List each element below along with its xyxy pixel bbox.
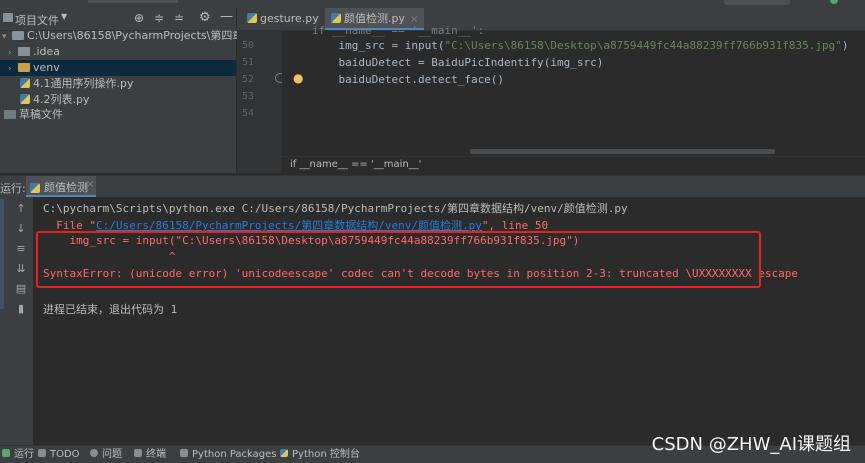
tree-item-file[interactable]: 4.2列表.py bbox=[20, 92, 89, 108]
line-number: 51 bbox=[241, 57, 254, 68]
console-exit-message: 进程已结束，退出代码为 1 bbox=[43, 303, 178, 316]
tool-window-terminal[interactable]: 终端 bbox=[134, 446, 166, 463]
code-line-50: img_src = input("C:\Users\86158\Desktop\… bbox=[312, 39, 849, 52]
chevron-right-icon[interactable]: › bbox=[8, 45, 18, 61]
tree-item-label: 4.1通用序列操作.py bbox=[33, 77, 134, 90]
run-toolbar: ↑ ↓ ≡ ⇊ ▤ ▮ bbox=[0, 197, 33, 445]
arrow-up-icon[interactable]: ↑ bbox=[14, 203, 28, 215]
play-icon bbox=[2, 449, 10, 457]
line-number-gutter: 50 51 52 53 54 bbox=[237, 31, 285, 173]
folder-icon bbox=[18, 62, 30, 72]
chevron-down-icon[interactable]: ▼ bbox=[61, 12, 67, 21]
watermark: CSDN @ZHW_AI课题组 bbox=[651, 434, 851, 455]
python-icon bbox=[280, 449, 288, 457]
tree-item-root[interactable]: ▾ C:\Users\86158\PycharmProjects\第四章数据结构 bbox=[0, 28, 287, 45]
lightbulb-icon[interactable]: ● bbox=[293, 71, 303, 85]
tool-window-todo[interactable]: TODO bbox=[38, 446, 80, 463]
arrow-down-icon[interactable]: ↓ bbox=[14, 223, 28, 235]
tool-window-problems[interactable]: 问题 bbox=[90, 446, 122, 463]
scratches-icon bbox=[4, 109, 16, 119]
trash-icon[interactable]: ▮ bbox=[14, 303, 28, 315]
python-file-icon bbox=[30, 183, 40, 193]
info-icon bbox=[90, 449, 98, 457]
left-tool-strip bbox=[0, 199, 4, 309]
package-icon bbox=[180, 449, 188, 457]
folder-icon bbox=[3, 13, 13, 22]
run-icon[interactable] bbox=[830, 0, 838, 4]
python-file-icon bbox=[247, 13, 257, 23]
chevron-down-icon[interactable]: ▾ bbox=[2, 29, 12, 45]
tree-item-label: 草稿文件 bbox=[19, 108, 63, 121]
tab-run-config[interactable]: 颜值检测 × bbox=[26, 176, 96, 197]
close-icon[interactable]: × bbox=[86, 179, 94, 190]
list-icon bbox=[38, 449, 46, 457]
horizontal-scrollbar[interactable] bbox=[470, 149, 775, 154]
tree-item-file[interactable]: 4.1通用序列操作.py bbox=[20, 76, 133, 92]
soft-wrap-icon[interactable]: ≡ bbox=[14, 243, 28, 255]
tab-label: 颜值检测 bbox=[44, 181, 88, 194]
line-number: 52 bbox=[241, 74, 254, 85]
python-file-icon bbox=[20, 78, 30, 88]
line-number: 50 bbox=[241, 40, 254, 51]
expand-all-icon[interactable]: ≑ bbox=[154, 11, 164, 25]
tab-label: gesture.py bbox=[260, 12, 319, 25]
run-panel-header: 运行: 颜值检测 × bbox=[0, 175, 865, 198]
scroll-to-end-icon[interactable]: ⇊ bbox=[14, 263, 28, 275]
code-line-52: baiduDetect.detect_face() bbox=[312, 73, 505, 86]
line-number: 54 bbox=[241, 108, 254, 119]
minimize-icon[interactable]: — bbox=[220, 9, 233, 24]
project-view-label[interactable]: 项目文件 bbox=[15, 12, 59, 28]
partial-run-config[interactable] bbox=[724, 0, 790, 5]
tree-item-label: venv bbox=[33, 61, 60, 74]
terminal-icon bbox=[134, 449, 142, 457]
tool-window-python-console[interactable]: Python 控制台 bbox=[280, 446, 360, 463]
collapse-all-icon[interactable]: ≐ bbox=[174, 11, 184, 25]
run-label: 运行: bbox=[0, 182, 26, 195]
python-file-icon bbox=[331, 13, 341, 23]
tree-item-scratches[interactable]: 草稿文件 bbox=[4, 107, 63, 123]
folder-icon bbox=[18, 46, 30, 56]
folder-icon bbox=[12, 30, 24, 40]
partial-tab bbox=[88, 0, 178, 3]
console-command-line: C:\pycharm\Scripts\python.exe C:/Users/8… bbox=[43, 202, 628, 215]
tree-item-label: .idea bbox=[33, 45, 61, 58]
gear-icon[interactable]: ⚙ bbox=[199, 10, 211, 25]
code-line-partial: if __name__ == '__main__': bbox=[312, 24, 485, 37]
tree-item-idea[interactable]: › .idea bbox=[0, 44, 236, 60]
tree-item-venv[interactable]: › venv bbox=[0, 60, 236, 76]
python-file-icon bbox=[20, 94, 30, 104]
window-top-strip bbox=[0, 0, 865, 8]
chevron-right-icon[interactable]: › bbox=[8, 61, 18, 77]
crosshair-icon[interactable]: ⊕ bbox=[134, 11, 144, 25]
error-highlight-box bbox=[36, 231, 761, 288]
print-icon[interactable]: ▤ bbox=[14, 283, 28, 295]
tree-item-label: 4.2列表.py bbox=[33, 93, 90, 106]
tool-window-python-packages[interactable]: Python Packages bbox=[180, 446, 277, 463]
breadcrumb: if __name__ == '__main__' bbox=[282, 156, 865, 174]
breadcrumb-item[interactable]: if __name__ == '__main__' bbox=[290, 159, 421, 170]
code-line-51: baiduDetect = BaiduPicIndentify(img_src) bbox=[312, 56, 604, 69]
tool-window-run[interactable]: 运行 bbox=[2, 446, 34, 463]
line-number: 53 bbox=[241, 91, 254, 102]
